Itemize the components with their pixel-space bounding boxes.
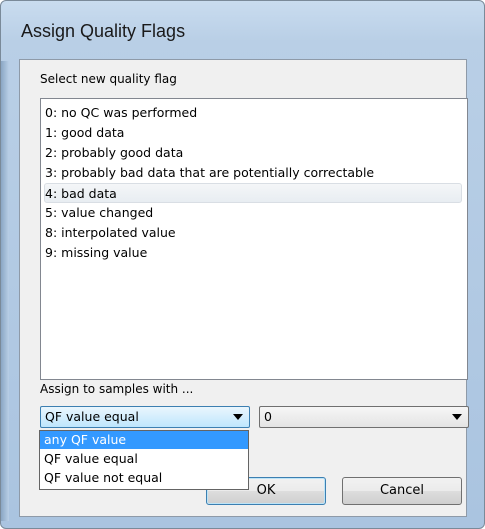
select-flag-label: Select new quality flag <box>40 72 177 86</box>
chevron-down-icon <box>233 414 243 420</box>
quality-flag-listbox[interactable]: 0: no QC was performed 1: good data 2: p… <box>40 98 468 380</box>
chevron-down-icon <box>452 414 462 420</box>
dialog-window: Assign Quality Flags Select new quality … <box>0 0 485 529</box>
list-item[interactable]: 1: good data <box>45 123 463 143</box>
list-item[interactable]: 8: interpolated value <box>45 223 463 243</box>
flag-value-select[interactable]: 0 <box>259 406 469 428</box>
flag-value-select-value: 0 <box>264 409 272 424</box>
condition-select[interactable]: QF value equal <box>40 406 250 428</box>
title-bar[interactable]: Assign Quality Flags <box>1 1 484 61</box>
list-item[interactable]: 3: probably bad data that are potentiall… <box>45 163 463 183</box>
list-item[interactable]: 5: value changed <box>45 203 463 223</box>
dropdown-option-any[interactable]: any QF value <box>40 431 248 449</box>
condition-select-value: QF value equal <box>45 409 139 424</box>
cancel-button[interactable]: Cancel <box>342 477 462 505</box>
dropdown-option-not-equal[interactable]: QF value not equal <box>40 469 248 487</box>
list-item[interactable]: 2: probably good data <box>45 143 463 163</box>
list-item[interactable]: 0: no QC was performed <box>45 103 463 123</box>
dropdown-option-equal[interactable]: QF value equal <box>40 450 248 468</box>
list-item-selected[interactable]: 4: bad data <box>44 183 462 203</box>
condition-dropdown-list[interactable]: any QF value QF value equal QF value not… <box>39 430 249 490</box>
assign-samples-label: Assign to samples with ... <box>40 382 194 396</box>
list-item[interactable]: 9: missing value <box>45 243 463 263</box>
window-title: Assign Quality Flags <box>21 21 186 41</box>
window-frame-edge <box>1 61 9 521</box>
